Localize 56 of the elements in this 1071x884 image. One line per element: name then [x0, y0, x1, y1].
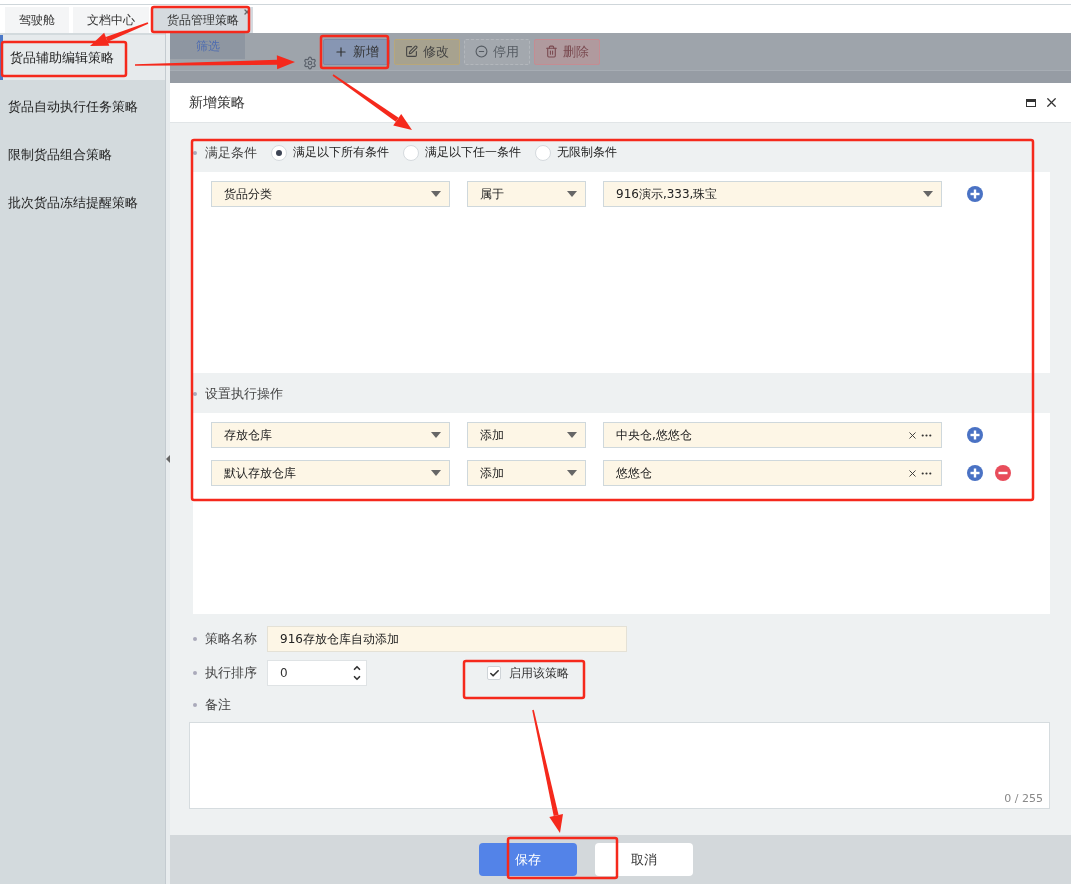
- save-button[interactable]: 保存: [478, 843, 577, 876]
- plus-icon: [334, 44, 348, 59]
- check-icon: [488, 667, 500, 679]
- sidebar-item[interactable]: 货品自动执行任务策略: [0, 83, 165, 131]
- field-label: 策略名称: [193, 630, 257, 648]
- dropdown-caret-icon: [431, 432, 441, 438]
- value-select[interactable]: 中央仓,悠悠仓: [603, 422, 942, 448]
- radio-option[interactable]: 无限制条件: [535, 144, 617, 161]
- section-label: 设置执行操作: [193, 384, 283, 403]
- enable-checkbox[interactable]: 启用该策略: [487, 664, 569, 682]
- dropdown-caret-icon: [431, 191, 441, 197]
- add-row-icon[interactable]: [967, 465, 983, 481]
- dialog-title: 新增策略: [189, 93, 245, 112]
- operator-select[interactable]: 属于: [467, 181, 586, 207]
- operator-select[interactable]: 添加: [467, 460, 586, 486]
- highlight-frame: [319, 34, 390, 70]
- tab[interactable]: 文档中心: [73, 7, 149, 33]
- section-label: 满足条件: [193, 143, 257, 162]
- add-row-icon[interactable]: [967, 427, 983, 443]
- radio-option[interactable]: 满足以下所有条件: [271, 144, 389, 161]
- tab[interactable]: 驾驶舱: [5, 7, 69, 33]
- sidebar-item[interactable]: 限制货品组合策略: [0, 131, 165, 179]
- name-input[interactable]: 916存放仓库自动添加: [267, 626, 627, 652]
- field-select[interactable]: 默认存放仓库: [211, 460, 450, 486]
- field-select[interactable]: 货品分类: [211, 181, 450, 207]
- dropdown-caret-icon: [567, 191, 577, 197]
- minus-circle-icon: [475, 45, 488, 58]
- operator-select[interactable]: 添加: [467, 422, 586, 448]
- clear-icon[interactable]: [907, 467, 918, 479]
- char-counter: 0 / 255: [1004, 792, 1043, 805]
- remark-field[interactable]: 0 / 255: [189, 722, 1050, 809]
- down-icon[interactable]: [352, 673, 362, 683]
- edit-icon: [405, 45, 418, 58]
- toolbar-button[interactable]: 新增: [323, 38, 390, 65]
- dropdown-caret-icon: [923, 191, 933, 197]
- value-select[interactable]: 916演示,333,珠宝: [603, 181, 942, 207]
- up-icon[interactable]: [352, 663, 362, 673]
- dropdown-caret-icon: [567, 470, 577, 476]
- field-label: 备注: [193, 696, 231, 714]
- settings-icon[interactable]: [303, 56, 317, 70]
- field-select[interactable]: 存放仓库: [211, 422, 450, 448]
- cancel-button[interactable]: 取消: [594, 843, 693, 876]
- maximize-icon[interactable]: [1026, 98, 1036, 107]
- add-row-icon[interactable]: [967, 186, 983, 202]
- dropdown-caret-icon: [431, 470, 441, 476]
- trash-icon: [545, 45, 558, 58]
- sidebar-item[interactable]: 批次货品冻结提醒策略: [0, 179, 165, 227]
- close-icon[interactable]: [1044, 95, 1059, 110]
- toolbar-button[interactable]: 修改: [394, 38, 460, 65]
- value-select[interactable]: 悠悠仓: [603, 460, 942, 486]
- remove-row-icon[interactable]: [995, 465, 1011, 481]
- dropdown-caret-icon: [567, 432, 577, 438]
- clear-icon[interactable]: [907, 429, 918, 441]
- order-input[interactable]: 0: [267, 660, 367, 686]
- radio-option[interactable]: 满足以下任一条件: [403, 144, 521, 161]
- field-label: 执行排序: [193, 664, 257, 682]
